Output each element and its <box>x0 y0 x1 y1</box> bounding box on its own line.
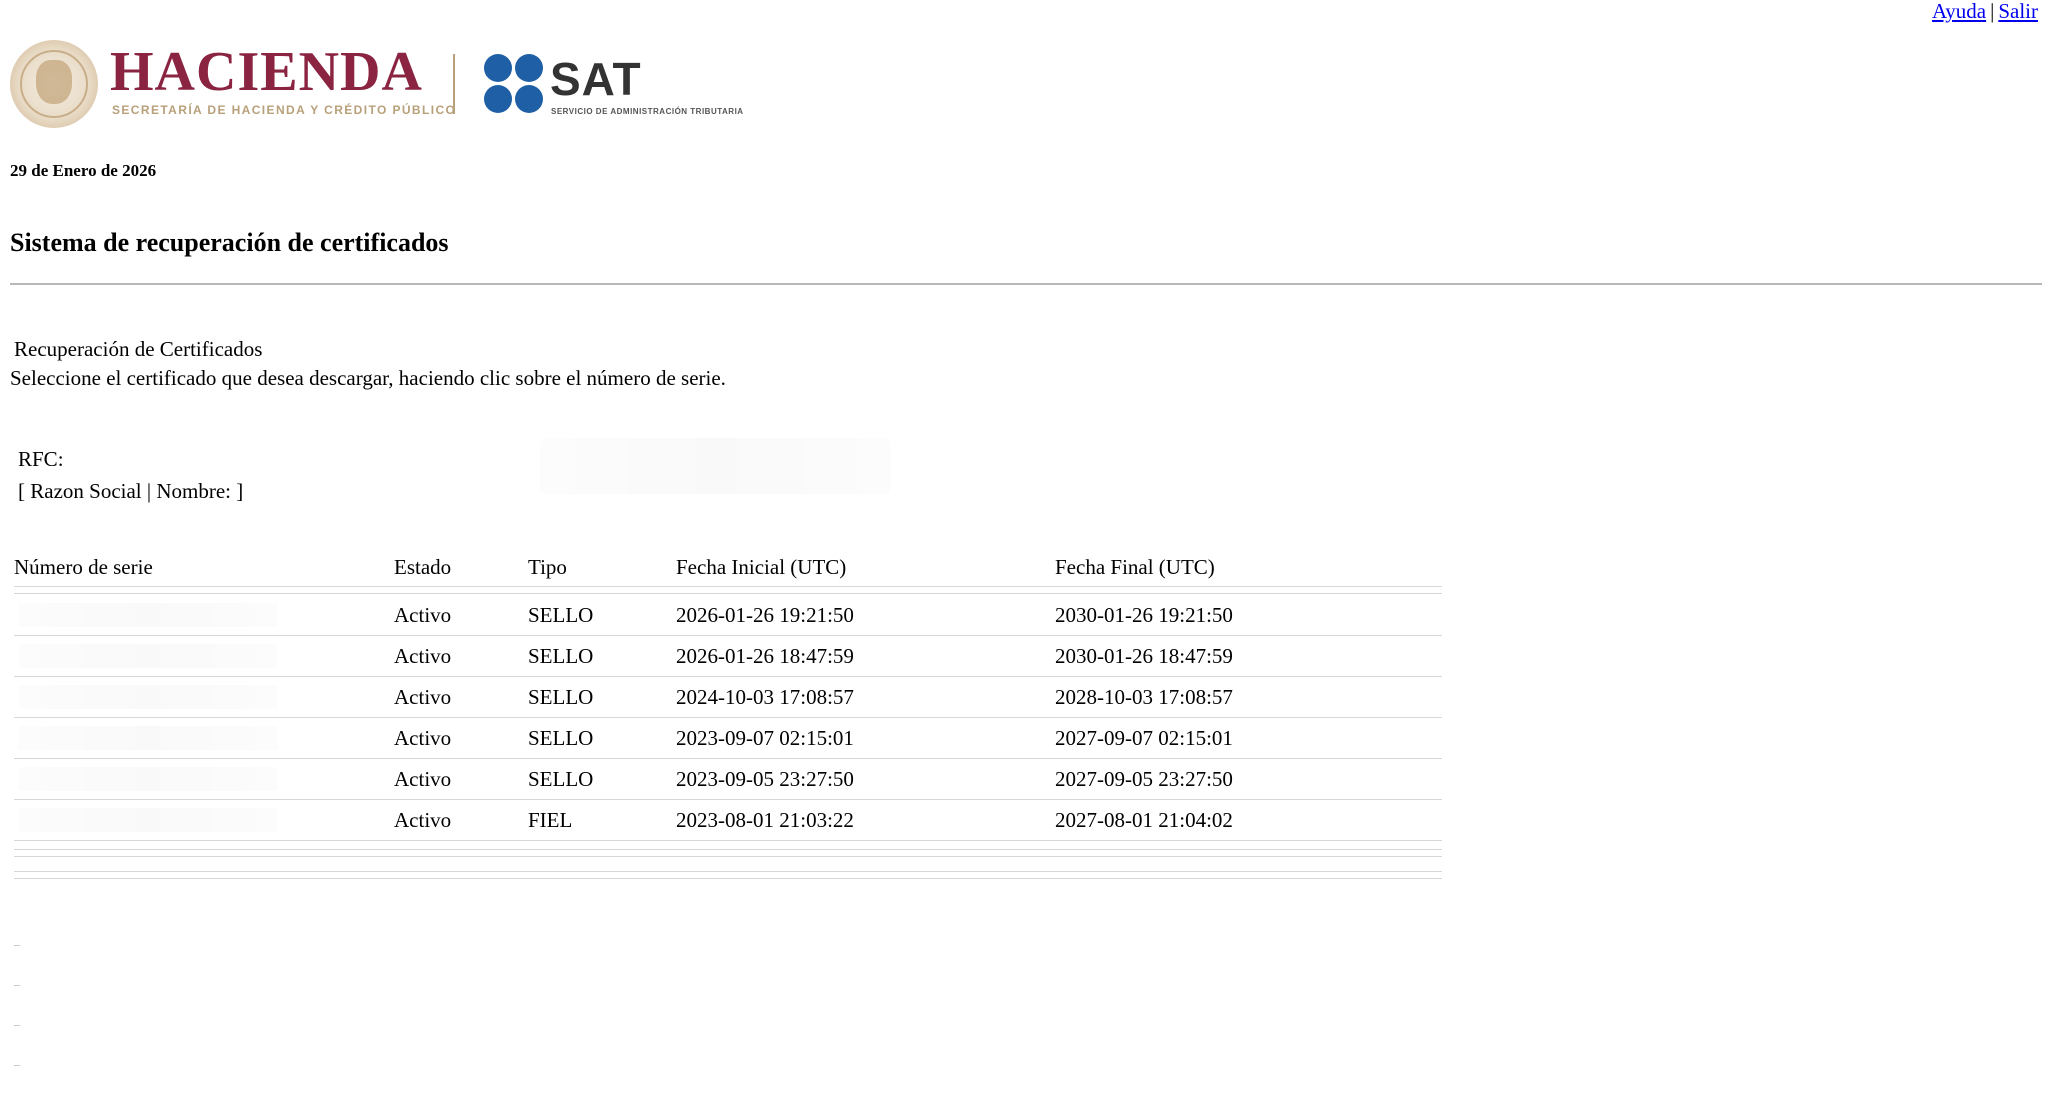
logo-bar: HACIENDA SECRETARÍA DE HACIENDA Y CRÉDIT… <box>10 40 770 132</box>
cell-fecha-inicial: 2023-08-01 21:03:22 <box>676 807 854 832</box>
footer-rule <box>14 871 1442 879</box>
serial-number-link[interactable] <box>18 603 278 627</box>
table-row: Activo SELLO 2026-01-26 19:21:50 2030-01… <box>14 595 1442 636</box>
razon-social-label: [ Razon Social | Nombre: ] <box>18 479 244 503</box>
sat-dot-icon <box>515 85 543 113</box>
header-divider <box>10 283 2042 285</box>
cell-estado: Activo <box>394 643 452 668</box>
faint-mark <box>14 1025 20 1026</box>
header-fecha-final: Fecha Final (UTC) <box>1055 554 1215 579</box>
faint-mark <box>14 1065 20 1066</box>
header-serie: Número de serie <box>14 554 153 579</box>
cell-tipo: SELLO <box>528 602 594 627</box>
sat-dots-icon <box>484 54 544 114</box>
footer-rule <box>14 849 1442 857</box>
cell-fecha-inicial: 2024-10-03 17:08:57 <box>676 684 854 709</box>
table-footer-rules <box>14 849 1442 879</box>
cell-estado: Activo <box>394 725 452 750</box>
eagle-icon <box>36 60 72 104</box>
sat-dot-icon <box>484 54 512 82</box>
serial-number-link[interactable] <box>18 726 278 750</box>
cell-estado: Activo <box>394 766 452 791</box>
cell-fecha-final: 2027-08-01 21:04:02 <box>1055 807 1233 832</box>
cell-tipo: SELLO <box>528 766 594 791</box>
header-rule <box>14 586 1442 594</box>
cell-tipo: SELLO <box>528 684 594 709</box>
sat-dot-icon <box>515 54 543 82</box>
header-fecha-inicial: Fecha Inicial (UTC) <box>676 554 847 579</box>
serial-number-link[interactable] <box>18 644 278 668</box>
cell-estado: Activo <box>394 684 452 709</box>
cell-fecha-inicial: 2026-01-26 19:21:50 <box>676 602 854 627</box>
cell-tipo: SELLO <box>528 643 594 668</box>
top-links: Ayuda | Salir <box>1932 0 2038 22</box>
hacienda-logo-subtitle: SECRETARÍA DE HACIENDA Y CRÉDITO PÚBLICO <box>112 103 457 117</box>
serial-number-link[interactable] <box>18 808 278 832</box>
cell-estado: Activo <box>394 602 452 627</box>
hacienda-logo-title: HACIENDA <box>110 41 423 103</box>
certificates-table: Número de serie Estado Tipo Fecha Inicia… <box>14 548 1442 893</box>
cell-fecha-final: 2030-01-26 18:47:59 <box>1055 643 1233 668</box>
national-seal-icon <box>10 40 98 128</box>
cell-fecha-inicial: 2023-09-05 23:27:50 <box>676 766 854 791</box>
faint-mark <box>14 985 20 986</box>
rfc-label: RFC: <box>18 447 64 471</box>
cell-fecha-final: 2028-10-03 17:08:57 <box>1055 684 1233 709</box>
section-title: Recuperación de Certificados <box>14 337 263 361</box>
table-row: Activo SELLO 2023-09-05 23:27:50 2027-09… <box>14 759 1442 800</box>
salir-link[interactable]: Salir <box>1998 0 2038 23</box>
cell-estado: Activo <box>394 807 452 832</box>
header-tipo: Tipo <box>528 554 567 579</box>
faint-mark <box>14 945 20 946</box>
cell-fecha-final: 2027-09-05 23:27:50 <box>1055 766 1233 791</box>
instructions-text: Seleccione el certificado que desea desc… <box>10 366 726 390</box>
cell-fecha-final: 2027-09-07 02:15:01 <box>1055 725 1233 750</box>
table-row: Activo FIEL 2023-08-01 21:03:22 2027-08-… <box>14 800 1442 841</box>
rfc-value-redacted <box>540 438 890 494</box>
header-estado: Estado <box>394 554 452 579</box>
sat-logo-title: SAT <box>550 53 642 105</box>
current-date: 29 de Enero de 2026 <box>10 161 157 180</box>
cell-fecha-inicial: 2026-01-26 18:47:59 <box>676 643 854 668</box>
table-row: Activo SELLO 2023-09-07 02:15:01 2027-09… <box>14 718 1442 759</box>
cell-fecha-inicial: 2023-09-07 02:15:01 <box>676 725 854 750</box>
serial-number-link[interactable] <box>18 685 278 709</box>
cell-tipo: FIEL <box>528 807 573 832</box>
sat-logo-subtitle: SERVICIO DE ADMINISTRACIÓN TRIBUTARIA <box>551 107 744 116</box>
serial-number-link[interactable] <box>18 767 278 791</box>
cell-tipo: SELLO <box>528 725 594 750</box>
ayuda-link[interactable]: Ayuda <box>1932 0 1986 23</box>
table-header-row: Número de serie Estado Tipo Fecha Inicia… <box>14 548 1442 586</box>
link-separator: | <box>1990 0 1995 23</box>
table-row: Activo SELLO 2024-10-03 17:08:57 2028-10… <box>14 677 1442 718</box>
sat-dot-icon <box>484 85 512 113</box>
cell-fecha-final: 2030-01-26 19:21:50 <box>1055 602 1233 627</box>
table-row: Activo SELLO 2026-01-26 18:47:59 2030-01… <box>14 636 1442 677</box>
system-title: Sistema de recuperación de certificados <box>10 228 449 257</box>
logo-divider <box>453 54 455 114</box>
